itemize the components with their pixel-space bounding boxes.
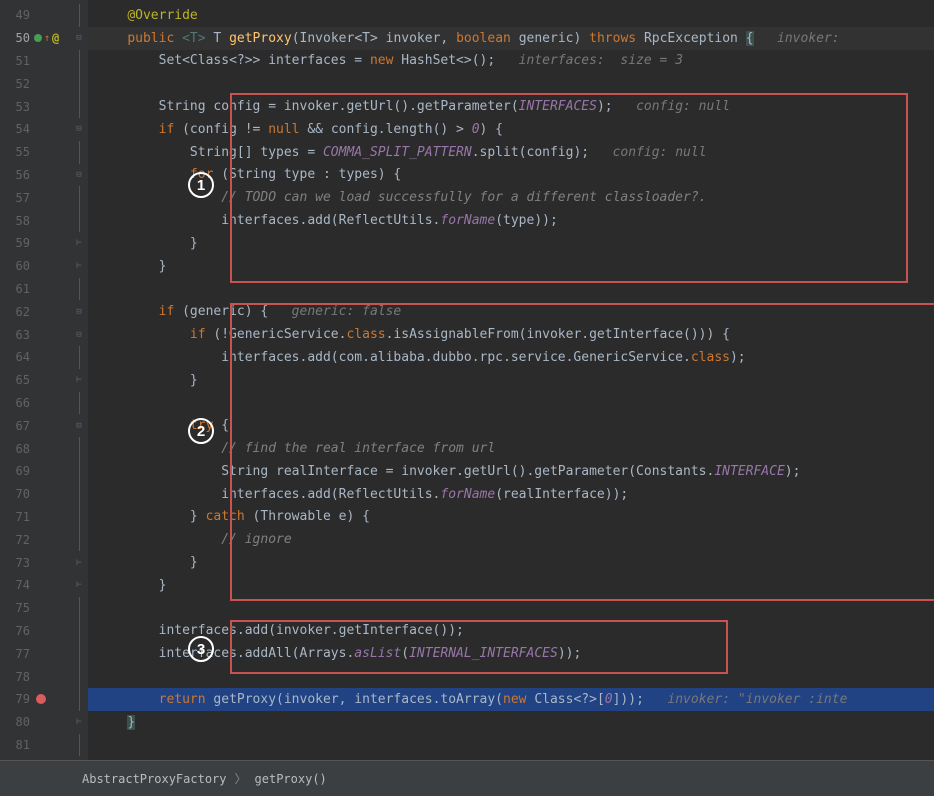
line-number: 69 xyxy=(0,464,30,478)
fold-toggle-icon[interactable]: ⊟ xyxy=(74,330,84,340)
line-number: 64 xyxy=(0,350,30,364)
gutter-row[interactable]: 53 xyxy=(0,95,88,118)
line-number: 51 xyxy=(0,54,30,68)
line-number: 74 xyxy=(0,578,30,592)
gutter-row[interactable]: 67 ⊟ xyxy=(0,414,88,437)
gutter-row[interactable]: 70 xyxy=(0,483,88,506)
fold-end-icon[interactable]: ⊢ xyxy=(74,238,84,248)
inline-hint: generic: false xyxy=(268,304,401,319)
line-number: 66 xyxy=(0,396,30,410)
line-number: 78 xyxy=(0,670,30,684)
gutter-row[interactable]: 57 xyxy=(0,186,88,209)
line-number: 70 xyxy=(0,487,30,501)
gutter-row[interactable]: 77 xyxy=(0,642,88,665)
line-number: 59 xyxy=(0,236,30,250)
line-number: 79 xyxy=(0,692,30,706)
gutter-row[interactable]: 62 ⊟ xyxy=(0,300,88,323)
fold-toggle-icon[interactable]: ⊟ xyxy=(74,421,84,431)
breadcrumb-item[interactable]: getProxy() xyxy=(255,772,327,786)
line-number: 72 xyxy=(0,533,30,547)
code-token: @Override xyxy=(127,8,197,23)
annotation-circle-3: 3 xyxy=(188,636,214,662)
gutter-row[interactable]: 64 xyxy=(0,346,88,369)
fold-end-icon[interactable]: ⊢ xyxy=(74,261,84,271)
inline-hint: invoker: xyxy=(754,31,840,46)
fold-toggle-icon[interactable]: ⊟ xyxy=(74,124,84,134)
fold-end-icon[interactable]: ⊢ xyxy=(74,580,84,590)
line-number: 80 xyxy=(0,715,30,729)
line-number: 73 xyxy=(0,556,30,570)
gutter-row[interactable]: 66 xyxy=(0,392,88,415)
line-number: 81 xyxy=(0,738,30,752)
gutter-row[interactable]: 69 xyxy=(0,460,88,483)
fold-end-icon[interactable]: ⊢ xyxy=(74,375,84,385)
gutter-row[interactable]: 56 ⊟ xyxy=(0,164,88,187)
line-number: 61 xyxy=(0,282,30,296)
chevron-right-icon: 〉 xyxy=(235,770,247,787)
line-number: 58 xyxy=(0,214,30,228)
editor-container: 49 50 ↑@ ⊟ 51 52 53 54 ⊟ 55 56 ⊟ 57 58 59 ⊢ 6… xyxy=(0,0,934,760)
line-number: 75 xyxy=(0,601,30,615)
line-number: 68 xyxy=(0,442,30,456)
override-marker-icon[interactable] xyxy=(34,34,42,42)
gutter-row[interactable]: 72 xyxy=(0,528,88,551)
line-number: 76 xyxy=(0,624,30,638)
code-editor[interactable]: @Override public <T> T getProxy(Invoker<… xyxy=(88,0,934,760)
line-number: 57 xyxy=(0,191,30,205)
annotation-circle-1: 1 xyxy=(188,172,214,198)
gutter: 49 50 ↑@ ⊟ 51 52 53 54 ⊟ 55 56 ⊟ 57 58 59 ⊢ 6… xyxy=(0,0,88,760)
fold-end-icon[interactable]: ⊢ xyxy=(74,558,84,568)
fold-toggle-icon[interactable]: ⊟ xyxy=(74,307,84,317)
inline-hint: config: null xyxy=(589,145,706,160)
inline-hint: invoker: "invoker :inte xyxy=(644,692,848,707)
gutter-row[interactable]: 68 xyxy=(0,437,88,460)
gutter-row[interactable]: 60 ⊢ xyxy=(0,255,88,278)
gutter-row[interactable]: 75 xyxy=(0,597,88,620)
gutter-row[interactable]: 80 ⊢ xyxy=(0,711,88,734)
breadcrumb-item[interactable]: AbstractProxyFactory xyxy=(82,772,227,786)
fold-toggle-icon[interactable]: ⊟ xyxy=(74,170,84,180)
line-number: 62 xyxy=(0,305,30,319)
line-number: 71 xyxy=(0,510,30,524)
gutter-row[interactable]: 51 xyxy=(0,50,88,73)
inline-hint: config: null xyxy=(613,99,730,114)
gutter-row[interactable]: 61 xyxy=(0,278,88,301)
line-number: 67 xyxy=(0,419,30,433)
gutter-row[interactable]: 76 xyxy=(0,620,88,643)
fold-toggle-icon[interactable]: ⊟ xyxy=(74,33,84,43)
gutter-row[interactable]: 55 xyxy=(0,141,88,164)
gutter-row[interactable]: 78 xyxy=(0,665,88,688)
gutter-row[interactable]: 52 xyxy=(0,72,88,95)
gutter-row[interactable]: 71 xyxy=(0,506,88,529)
breadcrumb: AbstractProxyFactory 〉 getProxy() xyxy=(0,760,934,796)
inline-hint: interfaces: size = 3 xyxy=(495,53,683,68)
gutter-row[interactable]: 50 ↑@ ⊟ xyxy=(0,27,88,50)
up-arrow-icon: ↑ xyxy=(44,33,50,44)
gutter-row[interactable]: 74 ⊢ xyxy=(0,574,88,597)
line-number: 54 xyxy=(0,122,30,136)
line-number: 56 xyxy=(0,168,30,182)
gutter-row[interactable]: 49 xyxy=(0,4,88,27)
line-number: 77 xyxy=(0,647,30,661)
gutter-row[interactable]: 65 ⊢ xyxy=(0,369,88,392)
at-icon: @ xyxy=(52,31,59,45)
line-number: 55 xyxy=(0,145,30,159)
line-number: 52 xyxy=(0,77,30,91)
gutter-row[interactable]: 81 xyxy=(0,734,88,757)
line-number: 53 xyxy=(0,100,30,114)
line-number: 63 xyxy=(0,328,30,342)
line-number: 60 xyxy=(0,259,30,273)
gutter-row[interactable]: 58 xyxy=(0,209,88,232)
gutter-row[interactable]: 54 ⊟ xyxy=(0,118,88,141)
line-number: 49 xyxy=(0,8,30,22)
line-number: 65 xyxy=(0,373,30,387)
gutter-row[interactable]: 79 xyxy=(0,688,88,711)
gutter-row[interactable]: 63 ⊟ xyxy=(0,323,88,346)
gutter-row[interactable]: 73 ⊢ xyxy=(0,551,88,574)
breakpoint-icon[interactable] xyxy=(36,694,46,704)
fold-end-icon[interactable]: ⊢ xyxy=(74,717,84,727)
line-number: 50 xyxy=(0,31,30,45)
gutter-row[interactable]: 59 ⊢ xyxy=(0,232,88,255)
annotation-circle-2: 2 xyxy=(188,418,214,444)
